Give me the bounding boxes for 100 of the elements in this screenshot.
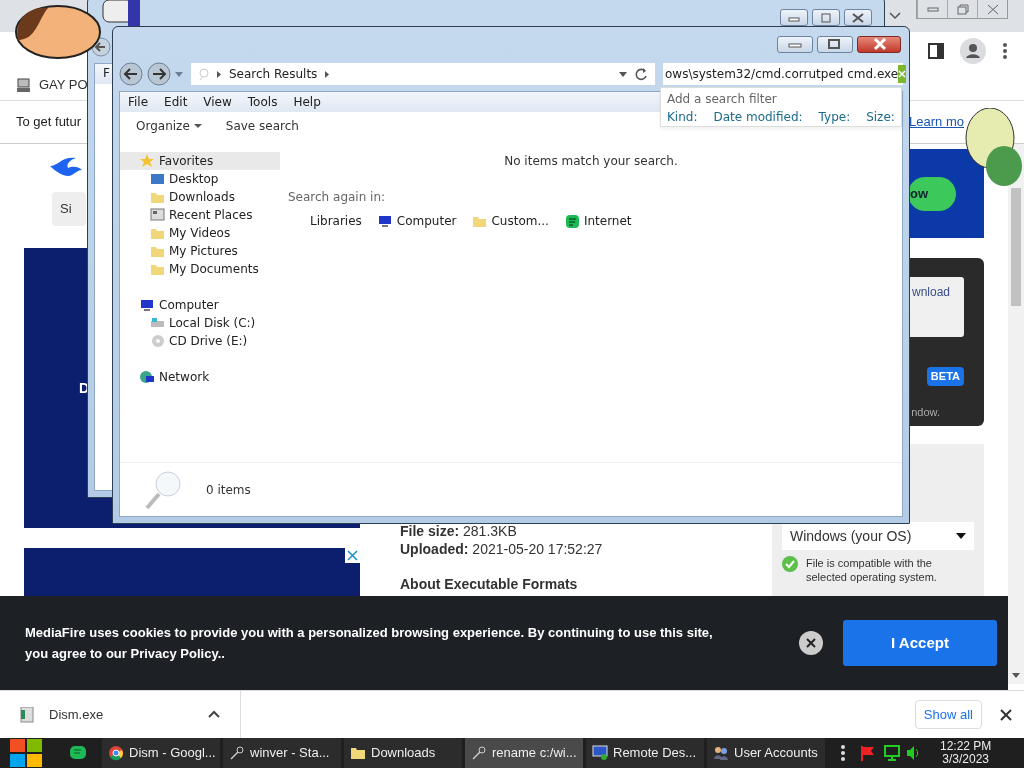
close-icon[interactable] [1000, 708, 1012, 721]
search-field[interactable]: ows\system32/cmd.corrutped cmd.exe [663, 63, 903, 85]
browser-icon [108, 745, 124, 761]
minimize-button[interactable] [777, 35, 813, 53]
magnifier-icon [471, 745, 487, 761]
nav-item[interactable]: Favorites [120, 152, 280, 170]
filter-option[interactable]: Date modified: [713, 108, 803, 126]
forward-icon[interactable] [147, 62, 171, 86]
os-select[interactable]: Windows (your OS) [782, 522, 974, 550]
menu-item[interactable]: File [128, 93, 149, 111]
folder-icon [350, 745, 366, 761]
internet-icon [564, 213, 580, 229]
breadcrumb-text: Search Results [229, 66, 318, 83]
detail-text: Uploaded: 2021-05-20 17:52:27 [400, 540, 604, 558]
nav-item[interactable]: Network [120, 368, 280, 386]
nav-item[interactable]: Recent Places [120, 206, 280, 224]
section-heading: About Executable Formats [400, 575, 579, 594]
accept-button[interactable]: I Accept [843, 620, 997, 666]
menu-item[interactable]: Tools [247, 93, 278, 111]
address-bar[interactable]: Search Results [191, 63, 655, 85]
select-text: Windows (your OS) [790, 526, 912, 546]
ad-button[interactable]: ow [908, 176, 956, 211]
chevron-right-icon[interactable] [325, 70, 330, 78]
location-link[interactable]: Libraries [310, 212, 362, 230]
taskbar-button[interactable]: Downloads [344, 738, 462, 768]
computer-icon [140, 297, 155, 313]
check-icon [782, 556, 798, 572]
search-icon [199, 68, 209, 80]
info-text: To get futur [16, 113, 82, 132]
taskbar-button[interactable]: User Accounts [707, 738, 825, 768]
speaker-icon[interactable] [906, 745, 920, 761]
close-icon [806, 638, 816, 648]
filter-option[interactable]: Kind: [667, 108, 698, 126]
filter-option[interactable]: Size: [866, 108, 895, 126]
dismiss-button[interactable] [799, 631, 823, 655]
chevron-up-icon [208, 710, 221, 719]
nav-item[interactable]: My Videos [120, 224, 280, 242]
location-link[interactable]: Computer [377, 212, 457, 230]
download-link[interactable]: wnload [911, 283, 950, 337]
close-button[interactable] [857, 35, 901, 53]
close-icon [986, 3, 999, 15]
overflow-icon[interactable] [840, 744, 846, 762]
download-item[interactable]: Dism.exe [49, 704, 104, 725]
sign-button[interactable]: Si [52, 192, 86, 226]
taskbar-button[interactable]: Dism - Googl... [102, 738, 220, 768]
panel-text: ndow. [911, 404, 940, 420]
profile-icon[interactable] [960, 38, 986, 64]
taskbar-button[interactable]: Remote Des... [586, 738, 704, 768]
maximize-button[interactable] [812, 9, 840, 26]
show-all-button[interactable]: Show all [914, 699, 982, 730]
detail-text: File size: 281.3KB [400, 522, 518, 540]
start-icon[interactable] [10, 739, 42, 767]
location-link[interactable]: Custom... [472, 212, 549, 230]
menu-icon[interactable] [1002, 42, 1008, 60]
menu-item[interactable]: Edit [164, 93, 188, 111]
empty-message: No items match your search. [504, 154, 678, 168]
magnifier-icon [144, 469, 182, 510]
filter-option[interactable]: Type: [818, 108, 851, 126]
menu-item[interactable]: View [203, 93, 232, 111]
taskbar-button[interactable]: rename c:/wi... [465, 738, 583, 768]
nav-item[interactable]: Desktop [120, 170, 280, 188]
toolbar-button[interactable]: Organize [136, 117, 202, 135]
recent-places-icon [150, 207, 165, 223]
clock[interactable]: 12:22 PM 3/3/2023 [940, 740, 992, 766]
cd-icon [150, 333, 165, 349]
nav-item[interactable]: My Pictures [120, 242, 280, 260]
close-icon [898, 70, 907, 78]
network-icon[interactable] [884, 745, 900, 761]
side-panel-icon[interactable] [928, 43, 944, 59]
chevron-down-icon[interactable] [888, 10, 902, 21]
computer-icon [16, 77, 31, 93]
scrollbar[interactable] [1008, 144, 1024, 684]
star-icon [140, 153, 155, 169]
close-icon [850, 11, 866, 24]
cookie-text: MediaFire uses cookies to provide you with a personalized browsing experience. By continuing to use this site, you agree to our Privacy Policy.. [25, 624, 714, 663]
scroll-down-icon[interactable] [1011, 672, 1021, 680]
minimize-button[interactable] [780, 9, 808, 26]
magnifier-icon [229, 745, 245, 761]
scrollbar-thumb[interactable] [1011, 188, 1021, 306]
nav-item[interactable]: Computer [120, 296, 280, 314]
back-icon[interactable] [119, 62, 143, 86]
maximize-button[interactable] [817, 35, 853, 53]
location-link[interactable]: Internet [564, 212, 632, 230]
nav-item[interactable]: My Documents [120, 260, 280, 278]
flag-icon[interactable] [860, 745, 876, 761]
taskbar-button[interactable]: winver - Sta... [223, 738, 341, 768]
nav-item[interactable]: CD Drive (E:) [120, 332, 280, 350]
refresh-icon[interactable] [635, 67, 647, 81]
toolbar-button[interactable]: Save search [225, 117, 299, 135]
caret-icon [956, 533, 966, 539]
app-icon[interactable] [70, 745, 86, 761]
nav-item[interactable]: Downloads [120, 188, 280, 206]
learn-more-link[interactable]: Learn mo [909, 112, 964, 132]
status-text: 0 items [206, 481, 251, 499]
menu-item[interactable]: Help [293, 93, 321, 111]
bookmark-link[interactable]: GAY PO [39, 75, 88, 95]
chevron-right-icon [217, 70, 221, 78]
menu-item[interactable]: F [103, 66, 110, 80]
nav-item[interactable]: Local Disk (C:) [120, 314, 280, 332]
close-button[interactable] [844, 9, 872, 26]
